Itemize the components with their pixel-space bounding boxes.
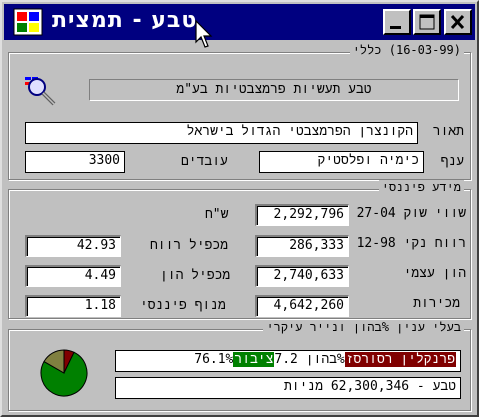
pb-field[interactable]: 4.49 bbox=[25, 265, 121, 287]
app-icon[interactable] bbox=[13, 8, 43, 36]
ownership-pie-chart bbox=[40, 349, 88, 397]
pe-label: מכפיל רווח bbox=[150, 238, 229, 253]
financial-legend: מידע פיננסי bbox=[378, 180, 464, 195]
minimize-icon bbox=[390, 26, 401, 29]
company-full-name: טבע תעשיות פרמצבטיות בע"מ bbox=[89, 79, 459, 101]
pb-label: מכפיל הון bbox=[160, 268, 231, 283]
branch-label: ענף bbox=[440, 154, 464, 169]
currency-label: ש"ח bbox=[205, 207, 229, 222]
close-button[interactable] bbox=[444, 9, 472, 35]
branch-field[interactable]: כימיה ופלסטיק bbox=[259, 151, 424, 173]
maximize-button[interactable] bbox=[413, 9, 441, 35]
equity-field[interactable]: 2,740,633 bbox=[255, 265, 349, 287]
description-label: תאור bbox=[432, 124, 464, 139]
holder-pct: %בהון 7.2 bbox=[274, 352, 345, 367]
market-value-field[interactable]: 2,292,796 bbox=[255, 204, 349, 226]
market-value-label: שווי שוק 27-04 bbox=[356, 206, 466, 221]
general-legend: (16-03-99) כללי bbox=[349, 43, 464, 58]
maximize-icon bbox=[419, 14, 435, 30]
holder-name: פרנקלין רסורסז bbox=[344, 352, 456, 367]
financial-section: מידע פיננסי שווי שוק 27-04 2,292,796 ש"ח… bbox=[8, 180, 471, 319]
title-bar[interactable]: טבע - תמצית bbox=[4, 4, 475, 48]
sales-field[interactable]: 4,642,260 bbox=[255, 295, 349, 317]
leverage-label: מנוף פיננסי bbox=[140, 298, 226, 313]
app-window: טבע - תמצית (16-03-99) כללי טבע תעשיות פ… bbox=[0, 0, 479, 417]
close-icon bbox=[450, 14, 465, 30]
employees-label: עובדים bbox=[181, 154, 228, 169]
mouse-cursor-icon bbox=[195, 20, 213, 48]
equity-label: הון עצמי bbox=[403, 266, 466, 281]
leverage-field[interactable]: 1.18 bbox=[25, 295, 121, 317]
net-profit-field[interactable]: 286,333 bbox=[255, 235, 349, 257]
general-section: (16-03-99) כללי טבע תעשיות פרמצבטיות בע"… bbox=[8, 43, 471, 180]
shares-field[interactable]: טבע - 62,300,346 מניות bbox=[115, 377, 461, 399]
employees-field[interactable]: 3300 bbox=[25, 151, 125, 173]
holders-legend: בעלי ענין %בהון ונייר עיקרי bbox=[263, 320, 464, 335]
main-holder-row[interactable]: פרנקלין רסורסז%בהון 7.2ציבור76.1% bbox=[115, 350, 461, 372]
holders-section: בעלי ענין %בהון ונייר עיקרי פרנקלין רסור… bbox=[8, 320, 471, 411]
pe-field[interactable]: 42.93 bbox=[25, 235, 121, 257]
search-tool-icon[interactable] bbox=[23, 73, 57, 107]
public-pct: 76.1% bbox=[194, 352, 234, 367]
minimize-button[interactable] bbox=[383, 9, 411, 35]
public-label: ציבור bbox=[233, 352, 275, 367]
sales-label: מכירות bbox=[413, 296, 460, 311]
net-profit-label: רווח נקי 12-98 bbox=[356, 236, 466, 251]
description-field[interactable]: הקונצרן הפרמצבטי הגדול בישראל bbox=[25, 122, 418, 144]
window-title: טבע - תמצית bbox=[52, 8, 198, 33]
